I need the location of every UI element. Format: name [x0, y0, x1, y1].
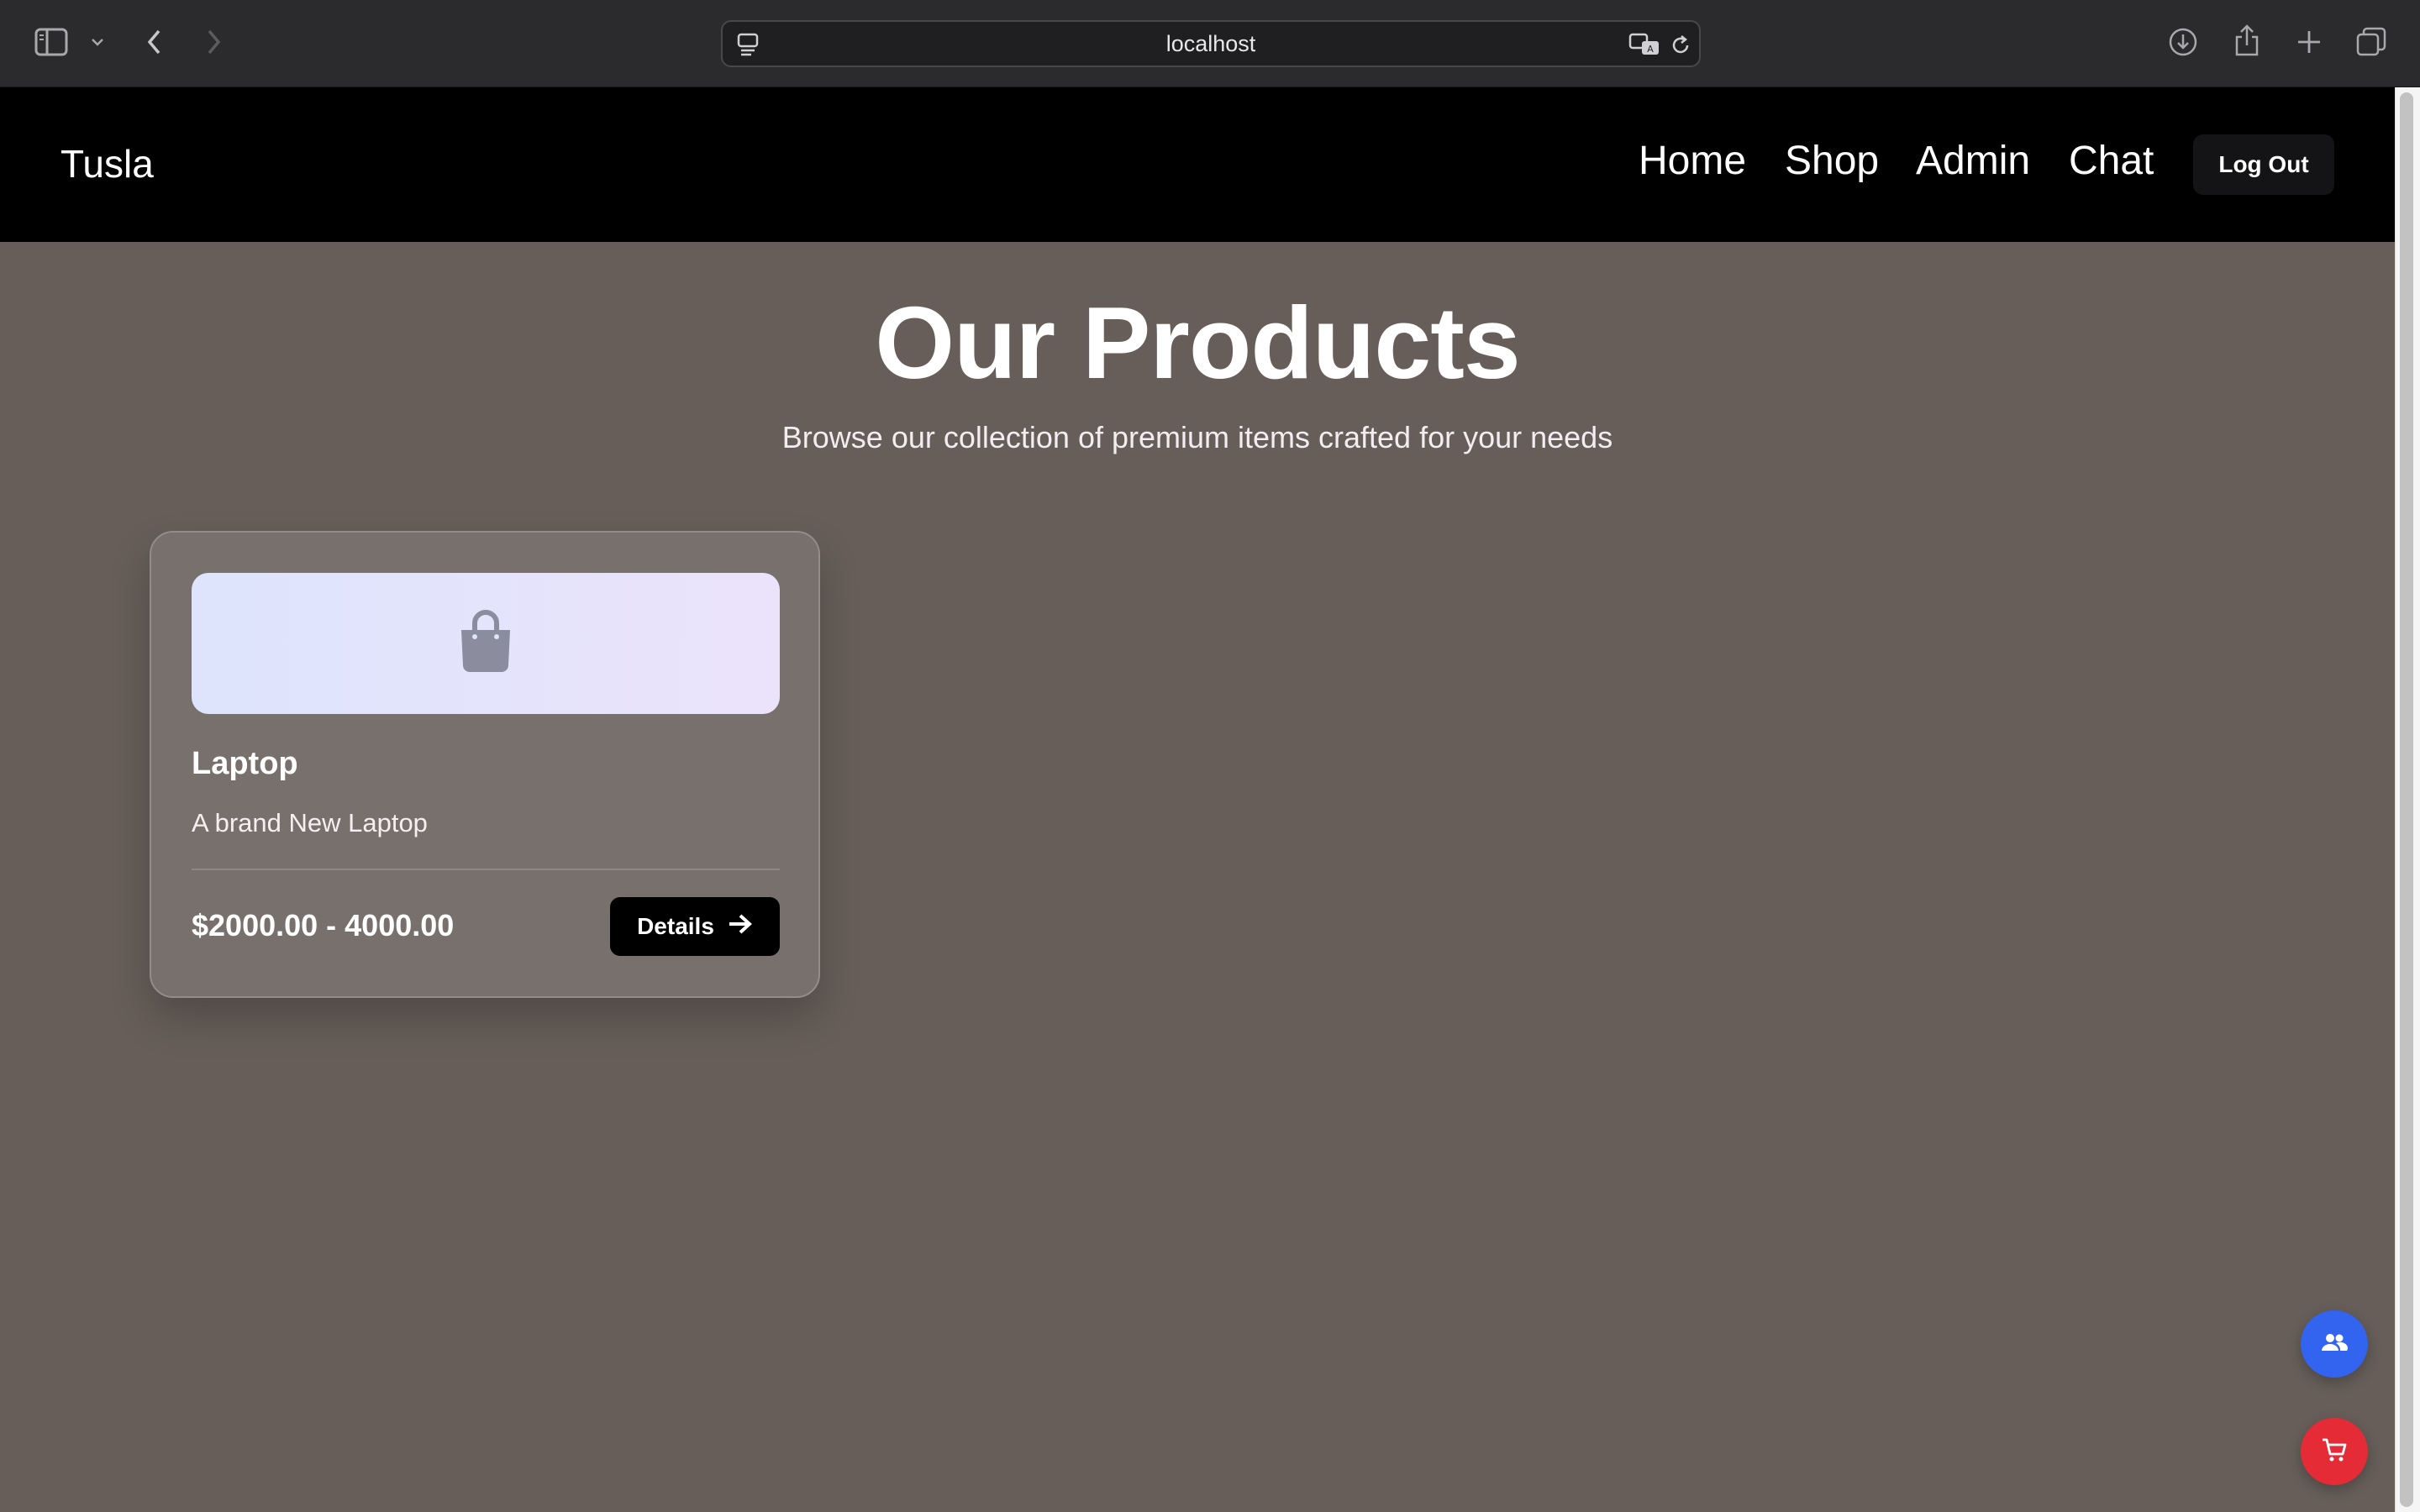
- nav-link-shop[interactable]: Shop: [1785, 138, 1879, 184]
- arrow-right-icon: [728, 913, 753, 941]
- details-button-label: Details: [637, 913, 714, 939]
- page-title: Our Products: [875, 286, 1521, 400]
- nav-link-home[interactable]: Home: [1639, 138, 1746, 184]
- share-icon[interactable]: [2230, 22, 2264, 59]
- forward-arrow-icon[interactable]: [198, 25, 229, 59]
- nav-link-chat[interactable]: Chat: [2069, 138, 2154, 184]
- cart-icon: [2321, 1437, 2348, 1467]
- product-card: Laptop A brand New Laptop $2000.00 - 400…: [150, 531, 820, 998]
- product-name: Laptop: [192, 746, 298, 781]
- new-tab-icon[interactable]: [2292, 25, 2326, 59]
- users-icon: [2320, 1331, 2349, 1357]
- scrollbar-thumb[interactable]: [2400, 92, 2413, 1507]
- card-divider: [192, 869, 780, 870]
- page-subtitle: Browse our collection of premium items c…: [781, 420, 1613, 454]
- tab-overview-icon[interactable]: [2354, 25, 2388, 59]
- product-description: A brand New Laptop: [192, 808, 428, 837]
- browser-toolbar: localhost A: [0, 0, 2420, 87]
- back-arrow-icon[interactable]: [139, 25, 170, 59]
- address-bar[interactable]: localhost A: [721, 20, 1701, 67]
- sidebar-toggle-icon[interactable]: [32, 25, 71, 59]
- cart-fab-button[interactable]: [2301, 1418, 2368, 1485]
- chevron-down-icon[interactable]: [87, 30, 108, 54]
- site-navbar: Tusla Home Shop Admin Chat Log Out: [0, 87, 2395, 242]
- log-out-button[interactable]: Log Out: [2193, 134, 2334, 195]
- downloads-icon[interactable]: [2166, 25, 2200, 59]
- product-price: $2000.00 - 4000.00: [192, 908, 455, 942]
- details-button[interactable]: Details: [610, 897, 780, 956]
- reload-icon[interactable]: [1667, 32, 1694, 59]
- svg-text:A: A: [1647, 44, 1654, 55]
- product-image: [192, 573, 780, 714]
- users-fab-button[interactable]: [2301, 1310, 2368, 1378]
- brand-logo[interactable]: Tusla: [60, 141, 154, 186]
- shopping-bag-icon: [456, 609, 515, 678]
- translate-icon[interactable]: A: [1627, 30, 1664, 59]
- url-text: localhost: [1165, 30, 1256, 56]
- nav-link-admin[interactable]: Admin: [1916, 138, 2030, 184]
